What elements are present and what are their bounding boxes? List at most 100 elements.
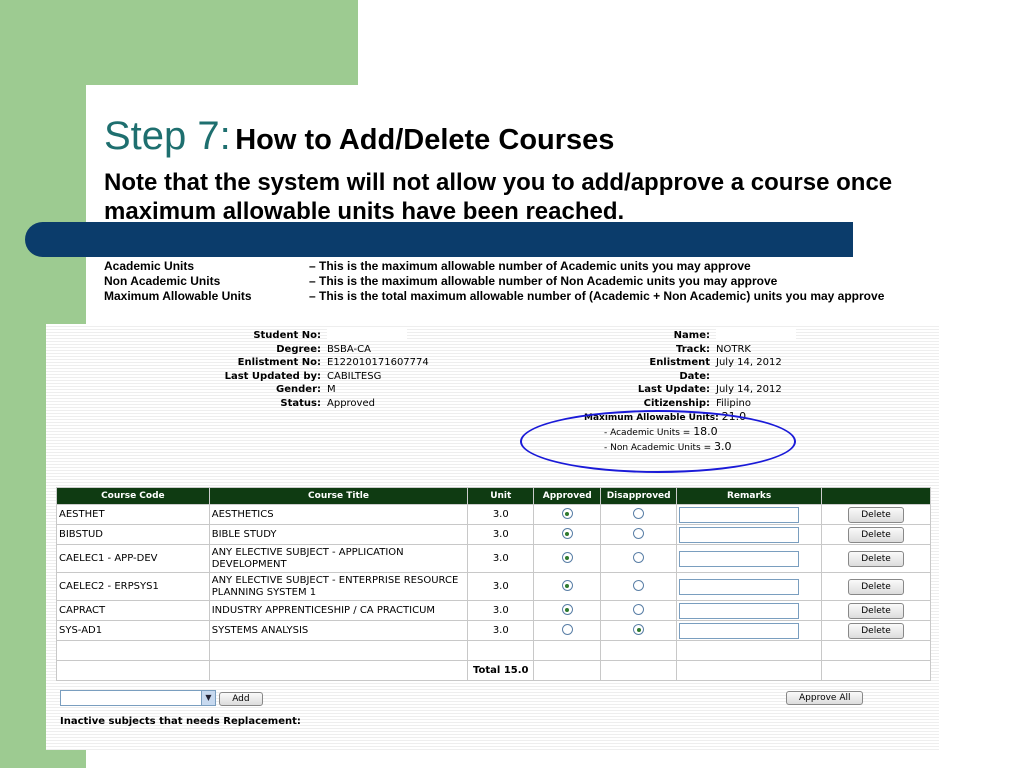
- courses-table: Course Code Course Title Unit Approved D…: [56, 487, 931, 681]
- definitions-list: Academic Units – This is the maximum all…: [104, 259, 884, 304]
- disapproved-radio[interactable]: [633, 508, 645, 520]
- disapproved-radio[interactable]: [633, 624, 645, 636]
- name-value: [716, 329, 796, 343]
- definition-desc: – This is the maximum allowable number o…: [309, 259, 751, 273]
- slide-note: Note that the system will not allow you …: [104, 169, 893, 225]
- empty-cell: [821, 660, 931, 681]
- course-code-cell: AESTHET: [56, 504, 210, 525]
- col-course-title: Course Title: [208, 487, 469, 505]
- approved-cell: [533, 620, 602, 641]
- name-blank: [716, 329, 796, 341]
- course-title-cell: BIBLE STUDY: [208, 524, 469, 545]
- table-header-row: Course Code Course Title Unit Approved D…: [56, 487, 931, 505]
- table-row: BIBSTUD BIBLE STUDY 3.0 Delete: [56, 524, 931, 545]
- enlistment-no-value: E122010171607774: [327, 357, 429, 369]
- disapproved-radio[interactable]: [633, 528, 645, 540]
- table-row: CAELEC1 - APP-DEV ANY ELECTIVE SUBJECT - …: [56, 544, 931, 573]
- course-code-cell: CAPRACT: [56, 600, 210, 621]
- remarks-cell: [676, 620, 823, 641]
- disapproved-radio[interactable]: [633, 580, 645, 592]
- delete-cell: Delete: [821, 620, 931, 641]
- degree-label: Degree:: [276, 343, 321, 355]
- remarks-input[interactable]: [679, 550, 800, 567]
- delete-button[interactable]: Delete: [848, 550, 904, 567]
- remarks-input[interactable]: [679, 578, 800, 595]
- course-title-cell: SYSTEMS ANALYSIS: [208, 620, 469, 641]
- definition-row: Academic Units – This is the maximum all…: [104, 259, 884, 274]
- course-code-cell: CAELEC1 - APP-DEV: [56, 544, 210, 573]
- definition-row: Non Academic Units – This is the maximum…: [104, 274, 884, 289]
- table-row: CAELEC2 - ERPSYS1 ANY ELECTIVE SUBJECT - …: [56, 572, 931, 601]
- empty-cell: [467, 640, 535, 661]
- citizenship-value: Filipino: [716, 397, 751, 409]
- course-title-cell: AESTHETICS: [208, 504, 469, 525]
- empty-cell: [208, 660, 469, 681]
- track-value: NOTRK: [716, 343, 751, 355]
- gender-label: Gender:: [276, 384, 321, 396]
- table-row: SYS-AD1 SYSTEMS ANALYSIS 3.0 Delete: [56, 620, 931, 641]
- chevron-down-icon[interactable]: ▼: [201, 691, 215, 705]
- disapproved-cell: [600, 544, 678, 573]
- citizenship-label: Citizenship:: [643, 397, 710, 409]
- approved-radio[interactable]: [561, 552, 573, 564]
- student-no-blank: [327, 329, 407, 341]
- course-code-cell: CAELEC2 - ERPSYS1: [56, 572, 210, 601]
- student-info-right: Name: Track: NOTRK Enlistment Date: July…: [616, 329, 796, 411]
- disapproved-cell: [600, 620, 678, 641]
- enlistment-no-label: Enlistment No:: [237, 357, 321, 369]
- remarks-cell: [676, 524, 823, 545]
- approved-radio[interactable]: [561, 508, 573, 520]
- empty-cell: [676, 660, 823, 681]
- table-row: CAPRACT INDUSTRY APPRENTICESHIP / CA PRAC…: [56, 600, 931, 621]
- remarks-input[interactable]: [679, 506, 800, 523]
- definition-row: Maximum Allowable Units – This is the to…: [104, 289, 884, 304]
- empty-cell: [600, 640, 678, 661]
- approved-radio[interactable]: [561, 624, 573, 636]
- slide-title: Step 7: How to Add/Delete Courses: [104, 114, 1004, 159]
- delete-button[interactable]: Delete: [848, 602, 904, 619]
- delete-button[interactable]: Delete: [848, 622, 904, 639]
- student-info-left: Student No: Degree: BSBA-CA Enlistment N…: [221, 329, 429, 411]
- course-select[interactable]: ▼: [60, 690, 216, 706]
- empty-cell: [533, 660, 602, 681]
- delete-cell: Delete: [821, 504, 931, 525]
- delete-button[interactable]: Delete: [848, 578, 904, 595]
- delete-cell: Delete: [821, 524, 931, 545]
- disapproved-cell: [600, 600, 678, 621]
- approved-radio[interactable]: [561, 580, 573, 592]
- course-title-cell: ANY ELECTIVE SUBJECT - APPLICATION DEVEL…: [208, 544, 469, 573]
- track-label: Track:: [676, 343, 710, 355]
- approved-radio[interactable]: [561, 604, 573, 616]
- approved-cell: [533, 524, 602, 545]
- col-course-code: Course Code: [56, 487, 210, 505]
- empty-cell: [600, 660, 678, 681]
- remarks-input[interactable]: [679, 622, 800, 639]
- remarks-input[interactable]: [679, 526, 800, 543]
- add-button[interactable]: Add: [219, 692, 263, 706]
- definition-term: Non Academic Units: [104, 274, 221, 288]
- empty-cell: [56, 640, 210, 661]
- delete-button[interactable]: Delete: [848, 506, 904, 523]
- col-actions: [821, 487, 931, 505]
- disapproved-radio[interactable]: [633, 604, 645, 616]
- enlistment-screenshot: Student No: Degree: BSBA-CA Enlistment N…: [46, 324, 939, 750]
- approved-cell: [533, 600, 602, 621]
- remarks-cell: [676, 544, 823, 573]
- definition-desc: – This is the total maximum allowable nu…: [309, 289, 885, 303]
- delete-cell: Delete: [821, 600, 931, 621]
- remarks-cell: [676, 504, 823, 525]
- last-updated-by-label: Last Updated by:: [224, 370, 321, 382]
- remarks-cell: [676, 600, 823, 621]
- empty-row: [56, 640, 931, 661]
- last-update-value: July 14, 2012: [716, 384, 782, 396]
- approved-radio[interactable]: [561, 528, 573, 540]
- unit-cell: 3.0: [467, 524, 535, 545]
- last-updated-by-value: CABILTESG: [327, 370, 382, 382]
- disapproved-radio[interactable]: [633, 552, 645, 564]
- status-label: Status:: [280, 397, 321, 409]
- delete-button[interactable]: Delete: [848, 526, 904, 543]
- approve-all-button[interactable]: Approve All: [786, 691, 864, 705]
- unit-cell: 3.0: [467, 572, 535, 601]
- step-title: How to Add/Delete Courses: [235, 124, 615, 156]
- remarks-input[interactable]: [679, 602, 800, 619]
